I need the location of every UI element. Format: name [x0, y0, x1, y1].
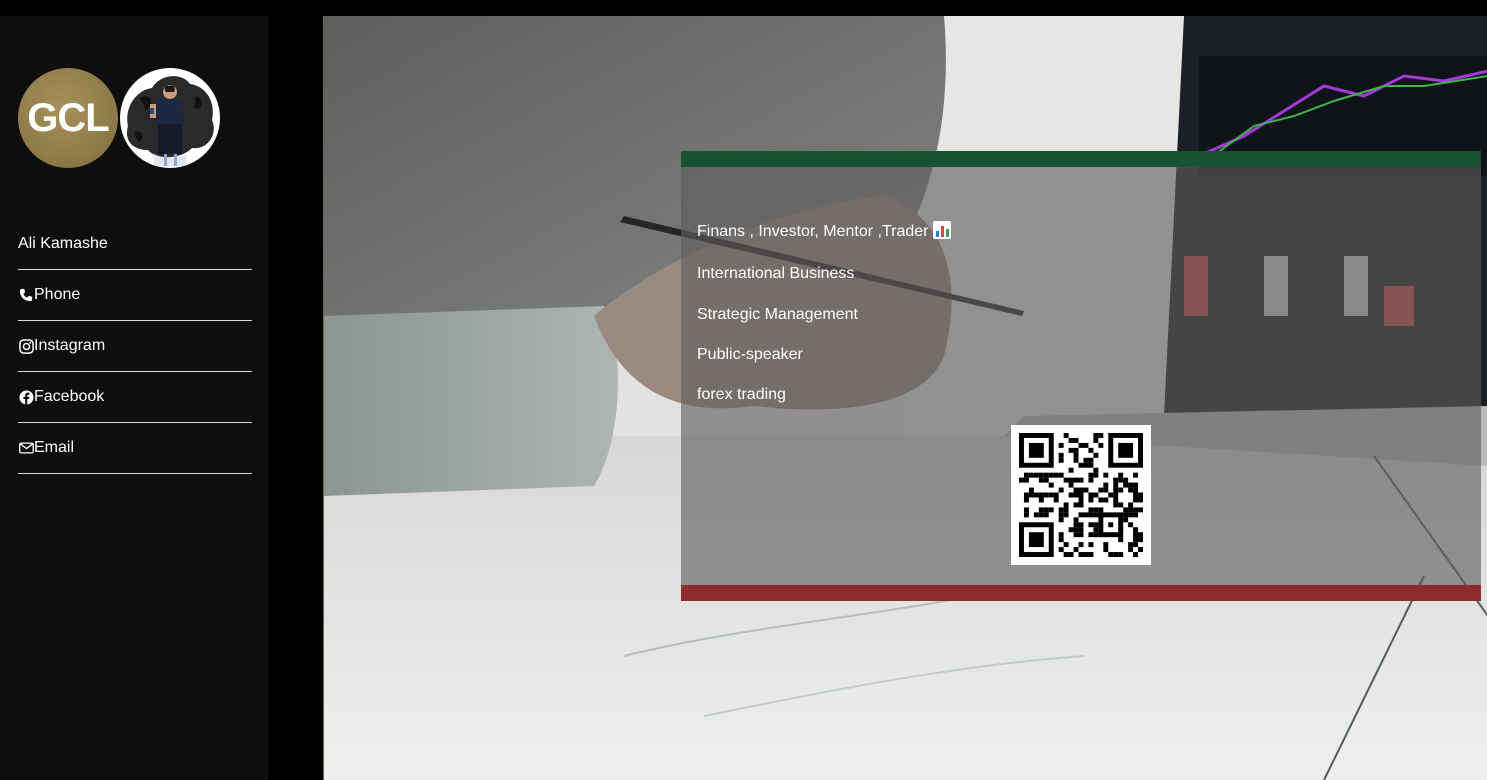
instagram-icon — [18, 338, 34, 354]
sidebar-item-name[interactable]: Ali Kamashe — [18, 219, 252, 270]
profile-card: Finans , Investor, Mentor ,Trader Intern… — [681, 151, 1481, 601]
sidebar-item-label: Instagram — [34, 337, 106, 354]
bio-line: International Business — [697, 265, 855, 282]
sidebar-item-label: Phone — [34, 286, 81, 303]
page: GCL Ali Kamashe Phone Instagram Facebook… — [0, 0, 1487, 780]
sidebar-item-instagram[interactable]: Instagram — [18, 321, 252, 372]
sidebar-item-phone[interactable]: Phone — [18, 270, 252, 321]
phone-icon — [18, 287, 34, 303]
qr-code[interactable] — [1011, 425, 1151, 565]
sidebar-item-label: Ali Kamashe — [18, 235, 108, 252]
bio-line: Public-speaker — [697, 346, 803, 363]
mail-icon — [18, 440, 34, 456]
card-bottom-bar — [681, 585, 1481, 601]
sidebar-item-facebook[interactable]: Facebook — [18, 372, 252, 423]
sidebar-item-label: Facebook — [34, 388, 105, 405]
bio-line: Finans , Investor, Mentor ,Trader — [697, 221, 951, 241]
card-body: Finans , Investor, Mentor ,Trader Intern… — [681, 167, 1481, 585]
gcl-logo: GCL — [18, 68, 118, 168]
logo-row: GCL — [18, 68, 220, 168]
avatar-photo — [126, 76, 214, 166]
sidebar-menu: Ali Kamashe Phone Instagram Facebook Ema… — [18, 219, 252, 474]
facebook-icon — [18, 389, 34, 405]
chart-icon — [932, 221, 951, 239]
bio-line: forex trading — [697, 386, 786, 403]
card-top-bar — [681, 151, 1481, 167]
bio-line: Strategic Management — [697, 306, 858, 323]
sidebar-item-label: Email — [34, 439, 75, 456]
top-strip — [0, 0, 1487, 16]
sidebar-item-email[interactable]: Email — [18, 423, 252, 474]
avatar — [120, 68, 220, 168]
bio-text: Finans , Investor, Mentor ,Trader — [697, 223, 929, 240]
sidebar: GCL Ali Kamashe Phone Instagram Facebook… — [0, 16, 268, 780]
bio-list: Finans , Investor, Mentor ,Trader Intern… — [697, 221, 951, 404]
qr-code-graphic — [1019, 433, 1143, 557]
